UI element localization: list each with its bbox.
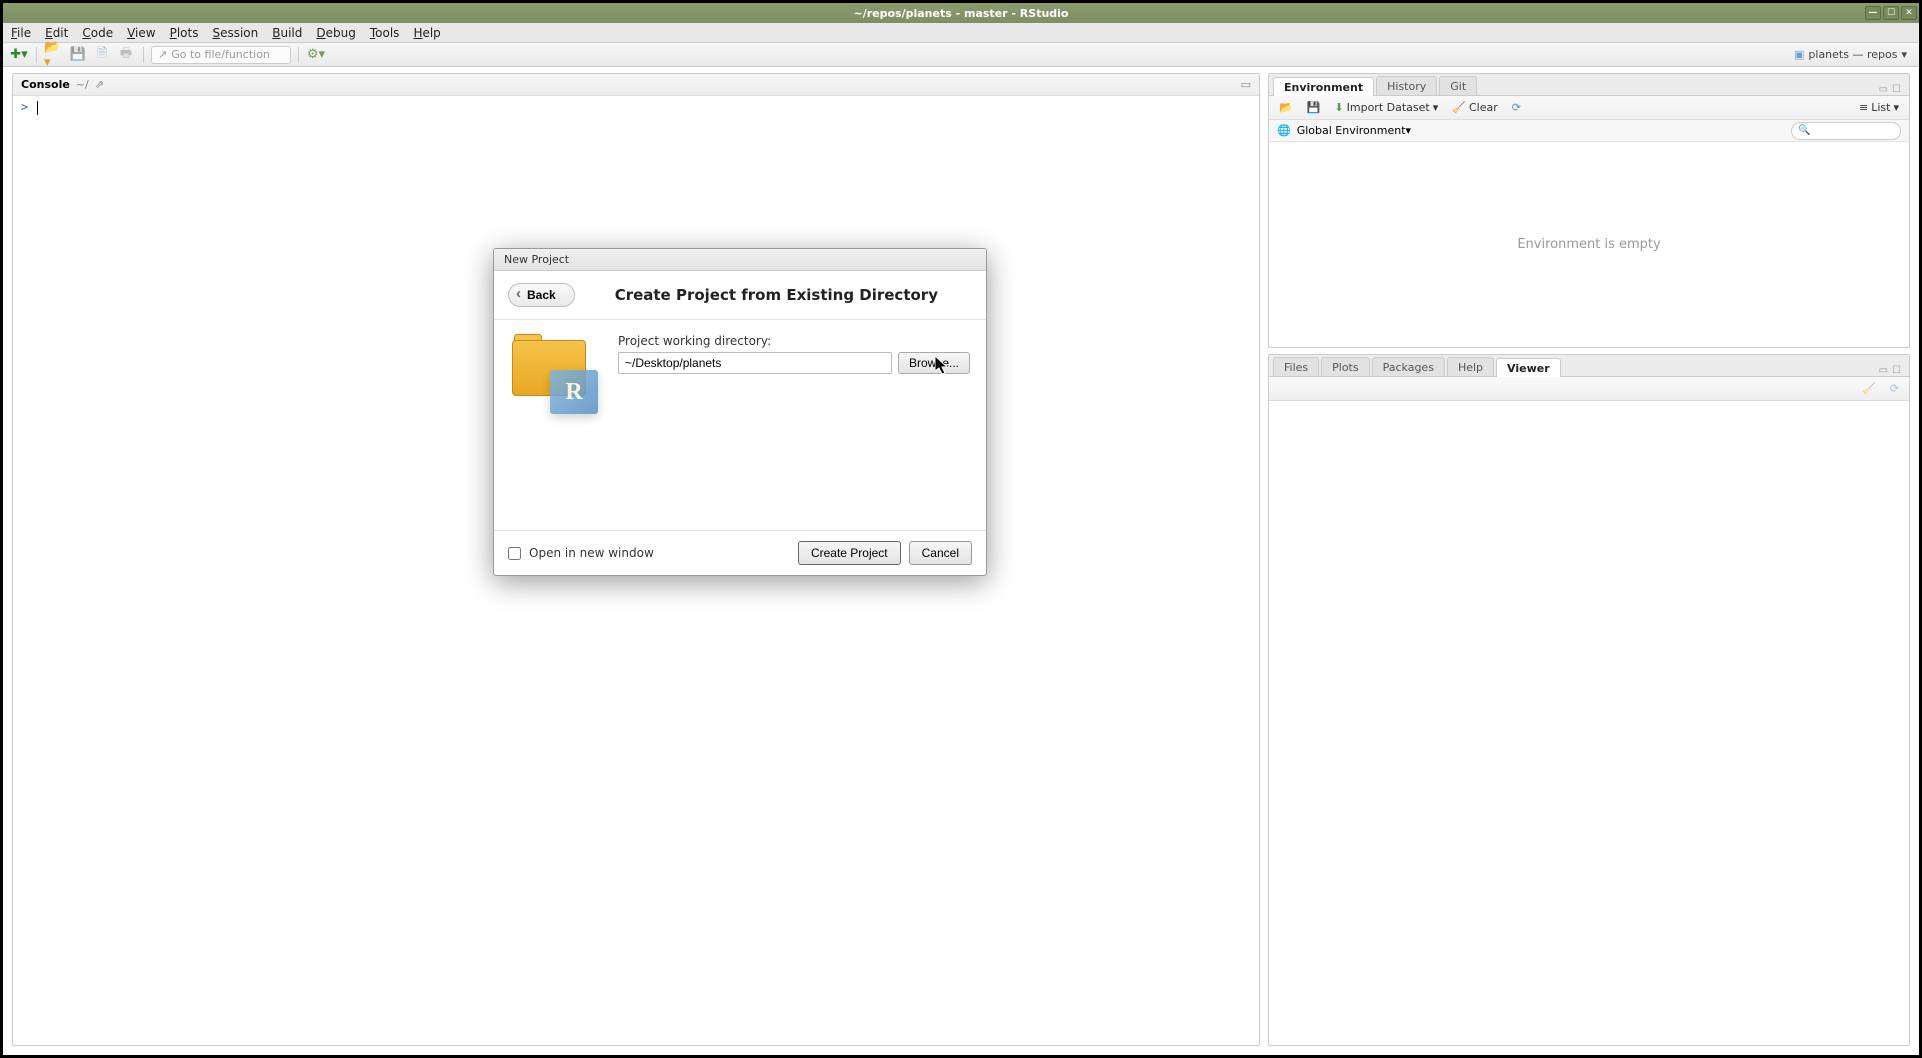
- pane-maximize-icon[interactable]: ☐: [1892, 365, 1901, 376]
- pane-collapse-icon[interactable]: ▭: [1879, 365, 1888, 376]
- viewer-clear-icon[interactable]: 🧹: [1858, 380, 1880, 397]
- dialog-heading: Create Project from Existing Directory: [615, 286, 938, 304]
- chevron-down-icon: ▾: [1901, 48, 1907, 61]
- env-scope-dropdown[interactable]: Global Environment▾: [1297, 124, 1411, 137]
- pane-maximize-icon[interactable]: ☐: [1892, 84, 1901, 95]
- env-empty-message: Environment is empty: [1269, 142, 1909, 347]
- title-bar: ~/repos/planets - master - RStudio — ☐ ✕: [3, 3, 1919, 23]
- close-button[interactable]: ✕: [1901, 6, 1917, 20]
- menu-file[interactable]: File: [11, 26, 31, 40]
- console-prompt: >: [21, 100, 28, 114]
- menu-edit[interactable]: Edit: [45, 26, 68, 40]
- create-project-button[interactable]: Create Project: [798, 541, 901, 565]
- goto-arrow-icon: ↗: [158, 48, 167, 61]
- files-tabs: Files Plots Packages Help Viewer ▭ ☐: [1269, 355, 1909, 377]
- goto-placeholder: Go to file/function: [171, 48, 270, 61]
- directory-input[interactable]: [618, 352, 892, 374]
- console-title: Console: [21, 78, 70, 91]
- refresh-icon[interactable]: ⟳: [1508, 99, 1525, 116]
- tab-plots[interactable]: Plots: [1321, 357, 1369, 376]
- menu-plots[interactable]: Plots: [170, 26, 199, 40]
- tab-history[interactable]: History: [1376, 76, 1437, 95]
- main-toolbar: ✚▾ 📂▾ 💾 🗎 🖶 ↗ Go to file/function ⚙▾ ▣ p…: [3, 43, 1919, 67]
- environment-pane: Environment History Git ▭ ☐ 📂 💾 ⬇ Import…: [1268, 73, 1910, 348]
- tab-files[interactable]: Files: [1273, 357, 1319, 376]
- search-icon: 🔍: [1798, 125, 1810, 136]
- minimize-pane-icon[interactable]: ▭: [1241, 78, 1251, 91]
- menu-build[interactable]: Build: [272, 26, 302, 40]
- import-icon: ⬇: [1334, 101, 1343, 114]
- addins-icon[interactable]: ⚙▾: [306, 46, 326, 64]
- tab-packages[interactable]: Packages: [1372, 357, 1445, 376]
- cancel-button[interactable]: Cancel: [909, 541, 972, 565]
- menu-help[interactable]: Help: [413, 26, 440, 40]
- new-file-icon[interactable]: ✚▾: [9, 46, 29, 64]
- minimize-button[interactable]: —: [1865, 6, 1881, 20]
- open-new-window-checkbox[interactable]: [508, 547, 521, 560]
- scope-label: Global Environment: [1297, 124, 1406, 137]
- separator: [36, 47, 37, 63]
- viewer-refresh-icon[interactable]: ⟳: [1886, 380, 1903, 397]
- browse-button[interactable]: Browse...: [898, 352, 970, 374]
- project-menu[interactable]: ▣ planets — repos ▾: [1788, 48, 1913, 61]
- env-scope-row: 🌐 Global Environment▾ 🔍: [1269, 120, 1909, 142]
- broom-icon: 🧹: [1452, 101, 1466, 114]
- import-dataset-button[interactable]: ⬇ Import Dataset▾: [1330, 99, 1442, 116]
- menu-tools[interactable]: Tools: [370, 26, 400, 40]
- save-all-icon[interactable]: 🗎: [92, 46, 112, 64]
- window-title: ~/repos/planets - master - RStudio: [854, 7, 1069, 20]
- open-new-window-option[interactable]: Open in new window: [508, 546, 654, 560]
- menu-session[interactable]: Session: [212, 26, 258, 40]
- project-label: planets — repos: [1808, 48, 1897, 61]
- directory-label: Project working directory:: [618, 334, 970, 348]
- save-icon[interactable]: 💾: [68, 46, 88, 64]
- env-search-input[interactable]: 🔍: [1791, 122, 1901, 140]
- open-file-icon[interactable]: 📂▾: [44, 46, 64, 64]
- project-icon: ▣: [1794, 48, 1804, 61]
- menu-debug[interactable]: Debug: [316, 26, 355, 40]
- maximize-button[interactable]: ☐: [1883, 6, 1899, 20]
- back-button[interactable]: Back: [508, 283, 575, 307]
- env-save-icon[interactable]: 💾: [1303, 99, 1325, 116]
- print-icon[interactable]: 🖶: [116, 46, 136, 64]
- tab-viewer[interactable]: Viewer: [1496, 358, 1561, 377]
- open-new-window-label: Open in new window: [529, 546, 654, 560]
- separator: [298, 47, 299, 63]
- dialog-title: New Project: [494, 249, 986, 271]
- separator: [143, 47, 144, 63]
- console-path: ~/: [76, 78, 89, 91]
- pane-collapse-icon[interactable]: ▭: [1879, 84, 1888, 95]
- tab-help[interactable]: Help: [1447, 357, 1494, 376]
- view-mode-button[interactable]: ≡ List▾: [1855, 99, 1903, 116]
- viewer-toolbar: 🧹 ⟳: [1269, 377, 1909, 401]
- console-header: Console ~/ ⇗ ▭: [13, 74, 1259, 96]
- new-project-dialog: New Project Back Create Project from Exi…: [493, 248, 987, 576]
- clear-label: Clear: [1469, 101, 1498, 114]
- clear-button[interactable]: 🧹 Clear: [1448, 99, 1501, 116]
- list-label: List: [1871, 101, 1890, 114]
- env-toolbar: 📂 💾 ⬇ Import Dataset▾ 🧹 Clear ⟳ ≡ List▾: [1269, 96, 1909, 120]
- import-label: Import Dataset: [1347, 101, 1430, 114]
- tab-git[interactable]: Git: [1439, 76, 1477, 95]
- folder-r-icon: R: [510, 334, 600, 424]
- globe-icon: 🌐: [1277, 124, 1291, 137]
- console-link-icon[interactable]: ⇗: [95, 78, 104, 91]
- files-pane: Files Plots Packages Help Viewer ▭ ☐ 🧹 ⟳: [1268, 354, 1910, 1046]
- menu-code[interactable]: Code: [82, 26, 113, 40]
- env-open-icon[interactable]: 📂: [1275, 99, 1297, 116]
- console-cursor: [37, 101, 38, 115]
- tab-environment[interactable]: Environment: [1273, 77, 1374, 96]
- menu-bar: File Edit Code View Plots Session Build …: [3, 23, 1919, 43]
- goto-file-input[interactable]: ↗ Go to file/function: [151, 46, 291, 64]
- menu-view[interactable]: View: [127, 26, 155, 40]
- env-tabs: Environment History Git ▭ ☐: [1269, 74, 1909, 96]
